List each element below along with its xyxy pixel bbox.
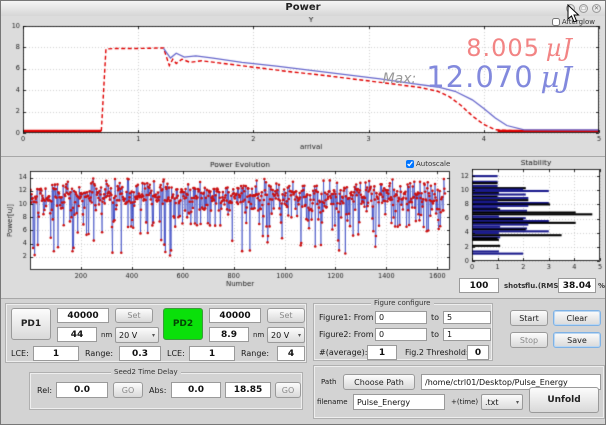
pd1-gate-input[interactable] [57, 308, 109, 323]
rel-input[interactable] [56, 382, 108, 398]
seed2-title: Seed2 Time Delay [111, 368, 181, 376]
abs-go-button[interactable]: GO [275, 382, 301, 398]
figure2-to-label: to [431, 330, 439, 339]
chevron-down-icon: ▾ [516, 399, 519, 406]
fig2-threshold-input[interactable] [467, 345, 489, 360]
pd2-voltage-value: 20 V [271, 331, 289, 340]
max-energy-value: 12.070 µJ [426, 60, 573, 94]
figure2-from-label: Figure2: From [319, 330, 374, 339]
window-title: Power [1, 2, 605, 13]
figure-config-title: Figure configure [371, 299, 434, 307]
pd2-wavelength-input[interactable] [209, 327, 249, 342]
pd2-range-label: Range: [241, 349, 269, 358]
power-window: Power – □ ✕ Afterglow 8.005 µJ Max:12.07… [0, 0, 606, 425]
power-evolution-canvas [3, 158, 458, 296]
extension-value: .txt [485, 398, 499, 407]
abs-position-input[interactable] [225, 382, 271, 398]
figure2-from-input[interactable] [375, 328, 427, 341]
percent-label: % [598, 282, 605, 290]
choose-path-button[interactable]: Choose Path [343, 374, 415, 390]
save-button[interactable]: Save [553, 332, 601, 348]
pd2-range-input[interactable] [277, 346, 305, 361]
pd1-set-button[interactable]: Set [115, 308, 153, 323]
unfold-button[interactable]: Unfold [529, 387, 599, 413]
pd2-voltage-select[interactable]: 20 V ▾ [267, 327, 305, 343]
average-label: #(average): [319, 348, 367, 357]
chevron-down-icon: ▾ [152, 332, 155, 339]
figure1-from-label: Figure1: From [319, 313, 374, 322]
pd1-voltage-value: 20 V [119, 331, 137, 340]
pd1-range-input[interactable] [119, 346, 161, 361]
abs-label: Abs: [149, 386, 166, 395]
max-label: Max: [383, 71, 417, 87]
rel-go-button[interactable]: GO [113, 382, 143, 398]
pd1-range-label: Range: [85, 349, 113, 358]
clear-button[interactable]: Clear [553, 310, 601, 326]
rms-value-input[interactable] [558, 278, 596, 293]
autoscale-checkbox-row[interactable]: Autoscale [406, 160, 450, 168]
filename-input[interactable] [353, 394, 445, 410]
pd1-button[interactable]: PD1 [11, 308, 51, 340]
title-bar[interactable]: Power – □ ✕ [1, 1, 605, 17]
shots-input[interactable] [459, 278, 499, 293]
max-energy-unit: µJ [541, 60, 573, 94]
controls-panel: PD1 Set nm 20 V ▾ PD2 Set nm 20 V ▾ LCE:… [1, 299, 606, 425]
maximize-icon[interactable]: □ [579, 4, 588, 13]
main-figure-panel: Afterglow 8.005 µJ Max:12.070 µJ [1, 16, 606, 157]
filename-label: filename [317, 398, 348, 406]
figure2-to-input[interactable] [443, 328, 491, 341]
time-suffix-label: +(time) [451, 398, 478, 406]
abs-input[interactable] [171, 382, 221, 398]
current-energy-value: 8.005 µJ [383, 36, 573, 60]
mouse-cursor [567, 4, 580, 23]
stop-button[interactable]: Stop [510, 332, 548, 348]
start-button[interactable]: Start [510, 310, 548, 326]
fig2-threshold-label: Fig.2 Threshold: [405, 348, 469, 357]
pd1-lce-input[interactable] [33, 346, 79, 361]
figure1-to-input[interactable] [443, 311, 491, 324]
current-energy-unit: µJ [546, 34, 573, 62]
close-icon[interactable]: ✕ [592, 4, 601, 13]
middle-figures-panel: Autoscale shots flu.(RMS): % [1, 157, 606, 299]
autoscale-label: Autoscale [416, 160, 450, 168]
pd2-gate-input[interactable] [209, 308, 261, 323]
pd2-lce-label: LCE: [167, 349, 185, 358]
afterglow-checkbox[interactable] [552, 18, 560, 26]
stability-canvas [459, 158, 605, 274]
pd2-button[interactable]: PD2 [163, 308, 203, 340]
pd1-wavelength-input[interactable] [57, 327, 97, 342]
figure1-to-label: to [431, 313, 439, 322]
pd2-set-button[interactable]: Set [267, 308, 305, 323]
pd1-lce-label: LCE: [11, 349, 29, 358]
shots-label: shots [504, 282, 525, 290]
energy-readout: 8.005 µJ Max: 12.070 µJ [383, 36, 573, 92]
figure1-from-input[interactable] [375, 311, 427, 324]
path-label: Path [321, 378, 336, 386]
pd1-nm-label: nm [101, 331, 112, 339]
extension-select[interactable]: .txt ▾ [481, 394, 523, 410]
pd2-nm-label: nm [253, 331, 264, 339]
pd1-voltage-select[interactable]: 20 V ▾ [115, 327, 159, 343]
average-input[interactable] [367, 345, 397, 360]
pd2-lce-input[interactable] [189, 346, 235, 361]
chevron-down-icon: ▾ [298, 332, 301, 339]
autoscale-checkbox[interactable] [406, 160, 414, 168]
rel-label: Rel: [37, 386, 52, 395]
